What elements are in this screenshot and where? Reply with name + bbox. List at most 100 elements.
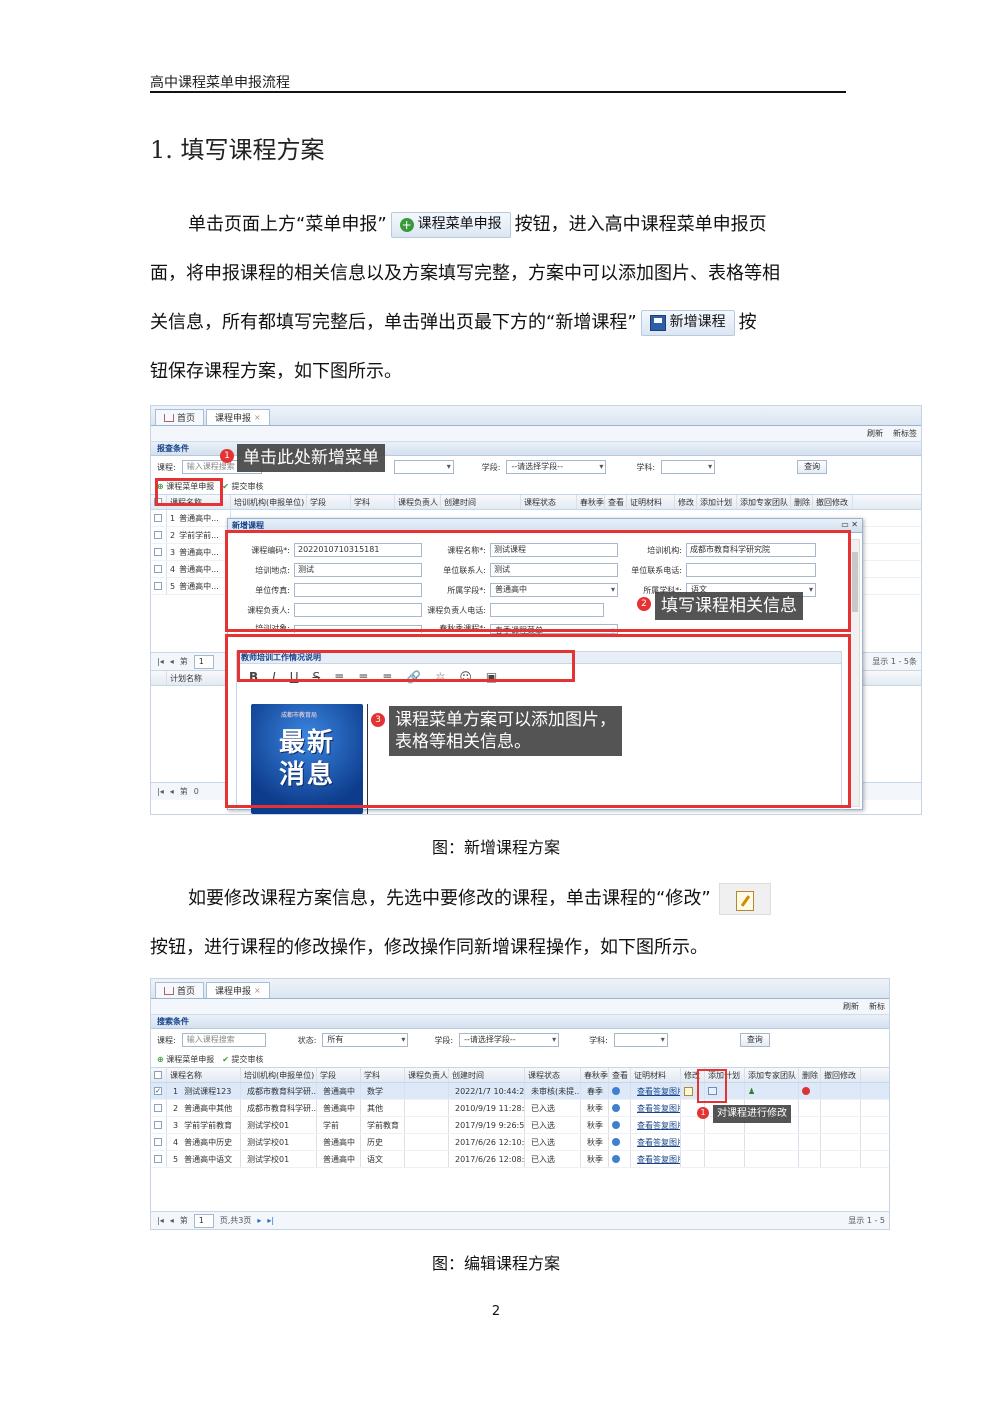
last-page-button[interactable]: ▸| — [267, 1216, 274, 1225]
row-checkbox[interactable] — [154, 1138, 162, 1146]
paragraph-1: 单击页面上方“菜单申报” + 课程菜单申报 按钮，进入高中课程菜单申报页 面，将… — [150, 200, 846, 396]
step-3-marker: 3 — [371, 713, 385, 727]
refresh-button[interactable]: 刷新 — [843, 1001, 859, 1012]
proof-link[interactable]: 查看答复图片 — [634, 1100, 680, 1116]
cell-text: 已入选 — [531, 1120, 555, 1130]
figure-caption-1: 图：新增课程方案 — [431, 838, 560, 857]
next-page-button[interactable]: ▸ — [257, 1216, 261, 1225]
cell-text: 测试学校01 — [247, 1120, 290, 1130]
add-expert-team-icon[interactable]: ♟ — [748, 1087, 755, 1096]
cell-text: 2010/9/19 11:28:52 — [455, 1103, 524, 1113]
check-icon: ✔ — [222, 481, 229, 491]
cell-text: 已入选 — [531, 1103, 555, 1113]
dialog-scrollbar[interactable] — [850, 539, 860, 807]
prev-page-button[interactable]: ◂ — [170, 657, 174, 666]
tab-home[interactable]: 首页 — [155, 982, 205, 998]
table-row[interactable]: ✓ 1 测试课程123 成都市教育科学研... 普通高中 数学 2022/1/7 10:44… — [151, 1083, 889, 1100]
close-icon[interactable]: × — [254, 413, 261, 422]
prev-page-button[interactable]: ◂ — [170, 1216, 174, 1225]
cell-text: 5 — [173, 1154, 179, 1164]
para1-text-a: 单击页面上方“菜单申报” — [188, 214, 387, 235]
course-menu-apply-button[interactable]: ⊕ 课程菜单申报 — [157, 1054, 214, 1065]
proof-link[interactable]: 查看答复图片 — [634, 1134, 680, 1150]
step-1-marker: 1 — [697, 1107, 709, 1119]
cell-text: 2022/1/7 10:44:23 — [455, 1086, 524, 1096]
row-checkbox[interactable] — [154, 1121, 162, 1129]
close-icon[interactable]: × — [254, 986, 261, 995]
cell-text: 普通高中 — [323, 1154, 355, 1164]
btn2-label: 新增课程 — [669, 314, 726, 330]
cell-text: 学前 — [323, 1120, 339, 1130]
proof-link[interactable]: 查看答复图片 — [634, 1117, 680, 1133]
query-button[interactable]: 查询 — [797, 460, 828, 474]
step-1-marker: 1 — [220, 449, 234, 463]
first-page-button[interactable]: |◂ — [157, 657, 164, 666]
top-toolbar: 刷新 新标签 — [151, 426, 921, 442]
cell-text: 3 — [173, 1120, 179, 1130]
stage-select[interactable]: --请选择学段-- — [459, 1033, 560, 1047]
cell-text: 秋季 — [587, 1137, 603, 1147]
para2-line2: 按钮，进行课程的修改操作，修改操作同新增课程操作，如下图所示。 — [150, 937, 708, 958]
info-icon[interactable] — [612, 1121, 620, 1129]
figure-caption-2: 图：编辑课程方案 — [431, 1254, 560, 1273]
status-select[interactable]: 所有 — [322, 1033, 409, 1047]
subject-select[interactable] — [613, 1033, 668, 1047]
row-checkbox[interactable] — [154, 1104, 162, 1112]
callout-3: 课程菜单方案可以添加图片， 表格等相关信息。 — [389, 706, 622, 756]
page-input[interactable]: 1 — [193, 1213, 214, 1228]
cell-text: 测试学校01 — [247, 1137, 290, 1147]
highlight-apply-button — [155, 478, 223, 506]
highlight-toolbar — [237, 650, 575, 682]
course-search-input[interactable]: 输入课程搜索 — [181, 1033, 266, 1047]
delete-icon[interactable] — [802, 1087, 810, 1095]
pager: |◂ ◂ 第 1 页,共3页 ▸ ▸| 显示 1 - 5 — [151, 1211, 889, 1229]
top-toolbar: 刷新 新标 — [151, 999, 889, 1015]
para1-text-c: 关信息，所有都填写完整后，单击弹出页最下方的“新增课程” — [150, 312, 637, 333]
info-icon[interactable] — [612, 1087, 620, 1095]
submit-review-button[interactable]: ✔ 提交审核 — [222, 1054, 263, 1065]
cell-text: 学前教育 — [367, 1120, 399, 1130]
home-icon — [164, 986, 174, 995]
callout-edit: 对课程进行修改 — [713, 1105, 791, 1123]
row-checkbox[interactable] — [154, 1155, 162, 1163]
dialog-window-controls[interactable]: ▭ ✕ — [841, 520, 858, 529]
new-tab-button[interactable]: 新标 — [869, 1001, 885, 1012]
para1-line4: 钮保存课程方案，如下图所示。 — [150, 361, 402, 382]
action-bar: ⊕ 课程菜单申报 ✔ 提交审核 — [151, 478, 921, 494]
tab-course-apply[interactable]: 课程申报 × — [206, 982, 270, 998]
table-row[interactable]: 4普通高中历史测试学校01普通高中历史2017/6/26 12:10:31已入选… — [151, 1134, 889, 1151]
subject-select[interactable] — [661, 460, 716, 474]
table-row[interactable]: 5普通高中语文测试学校01普通高中语文2017/6/26 12:08:34已入选… — [151, 1151, 889, 1168]
new-tab-button[interactable]: 新标签 — [893, 428, 917, 439]
tab-bar: 首页 课程申报 × — [151, 979, 889, 999]
row-checkbox[interactable]: ✓ — [154, 1087, 162, 1095]
status-select[interactable] — [393, 460, 454, 474]
search-panel-title: 搜索条件 — [151, 1015, 889, 1029]
info-icon[interactable] — [612, 1104, 620, 1112]
paragraph-2: 如要修改课程方案信息，先选中要修改的课程，单击课程的“修改” 按钮，进行课程的修… — [150, 874, 846, 972]
course-menu-apply-button-image: + 课程菜单申报 — [390, 211, 511, 238]
page-input[interactable]: 1 — [193, 654, 214, 669]
cell-text: 数学 — [367, 1086, 383, 1096]
first-page-button[interactable]: |◂ — [157, 1216, 164, 1225]
cell-text: 成都市教育科学研... — [247, 1086, 316, 1096]
edit-icon[interactable] — [684, 1086, 693, 1096]
stage-select[interactable]: --请选择学段-- — [506, 460, 607, 474]
info-icon[interactable] — [612, 1155, 620, 1163]
course-name-cell: 测试课程123 — [184, 1086, 232, 1096]
info-icon[interactable] — [612, 1138, 620, 1146]
proof-link[interactable]: 查看答复图片 — [634, 1151, 680, 1167]
query-button[interactable]: 查询 — [739, 1033, 770, 1047]
refresh-button[interactable]: 刷新 — [867, 428, 883, 439]
document-header: 高中课程菜单申报流程 — [150, 75, 290, 91]
save-disk-icon — [649, 314, 666, 331]
tab-course-apply[interactable]: 课程申报 × — [206, 409, 270, 425]
proof-link[interactable]: 查看答复图片 — [634, 1083, 680, 1099]
screenshot-add-course: 首页 课程申报× 刷新 新标签 报查条件 课程: 输入课程搜索 学段: --请选… — [150, 405, 922, 815]
submit-review-button[interactable]: ✔ 提交审核 — [222, 481, 263, 492]
tab-home[interactable]: 首页 — [155, 409, 205, 425]
cell-text: 普通高中 — [323, 1103, 355, 1113]
highlight-edit-column — [697, 1069, 727, 1103]
cell-text: 4 — [173, 1137, 179, 1147]
select-all-checkbox[interactable] — [154, 1071, 162, 1079]
